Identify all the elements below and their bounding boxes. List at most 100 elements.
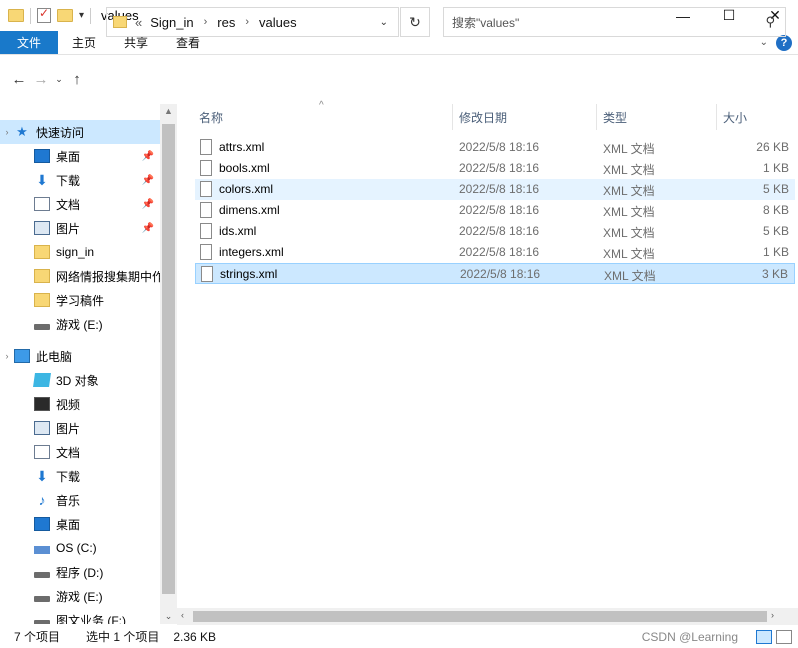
file-type: XML 文档: [603, 163, 655, 177]
breadcrumb-separator-icon[interactable]: ›: [245, 16, 249, 28]
file-row[interactable]: dimens.xml 2022/5/8 18:16 XML 文档 8 KB: [195, 200, 795, 221]
breadcrumb-overflow[interactable]: «: [135, 15, 142, 30]
scroll-up-icon[interactable]: ▲: [160, 106, 177, 116]
sidebar-item-pictures[interactable]: 图片: [0, 416, 160, 440]
address-bar[interactable]: « Sign_in › res › values ⌄: [106, 7, 399, 37]
properties-icon[interactable]: [37, 6, 51, 23]
watermark: CSDN @Learning: [641, 629, 738, 644]
details-view-icon[interactable]: [756, 629, 772, 644]
sidebar-item-desktop[interactable]: 桌面 📌: [0, 144, 160, 168]
file-date: 2022/5/8 18:16: [459, 224, 540, 238]
status-bar: 7 个项目 选中 1 个项目 2.36 KB CSDN @Learning: [0, 625, 798, 648]
folder-icon: [34, 245, 50, 259]
forward-icon[interactable]: →: [30, 71, 52, 88]
refresh-button[interactable]: ↻: [400, 7, 430, 37]
file-date: 2022/5/8 18:16: [459, 161, 540, 175]
file-row[interactable]: ids.xml 2022/5/8 18:16 XML 文档 5 KB: [195, 221, 795, 242]
sidebar-item-label: 文档: [56, 197, 81, 212]
sidebar-item-drive-d[interactable]: 程序 (D:): [0, 560, 160, 584]
chevron-right-icon[interactable]: ›: [0, 351, 14, 361]
file-row[interactable]: integers.xml 2022/5/8 18:16 XML 文档 1 KB: [195, 242, 795, 263]
breadcrumb-item[interactable]: res: [217, 15, 235, 30]
sidebar-item-folder[interactable]: 网络情报搜集期中作: [0, 264, 160, 288]
file-row[interactable]: strings.xml 2022/5/8 18:16 XML 文档 3 KB: [195, 263, 795, 284]
file-icon: [200, 202, 212, 218]
sidebar-item-documents[interactable]: 文档: [0, 440, 160, 464]
sidebar-item-this-pc[interactable]: › 此电脑: [0, 344, 160, 368]
file-name: integers.xml: [219, 245, 284, 259]
sidebar-item-downloads[interactable]: ⬇ 下载: [0, 464, 160, 488]
scrollbar-thumb[interactable]: [193, 611, 767, 622]
navigation-bar: ← → ⌄ ↑: [0, 56, 798, 102]
tab-home[interactable]: 主页: [58, 31, 110, 54]
divider: [90, 7, 92, 24]
tab-file[interactable]: 文件: [0, 31, 59, 54]
sidebar-item-downloads[interactable]: ⬇ 下载 📌: [0, 168, 160, 192]
sidebar-item-label: 图片: [56, 221, 81, 236]
file-row[interactable]: bools.xml 2022/5/8 18:16 XML 文档 1 KB: [195, 158, 795, 179]
file-type: XML 文档: [604, 269, 656, 283]
desktop-icon: [34, 149, 50, 163]
sidebar-item-label: 图片: [56, 421, 81, 436]
breadcrumb-separator-icon[interactable]: ›: [204, 16, 208, 28]
sidebar-item-folder[interactable]: 学习稿件: [0, 288, 160, 312]
file-name: ids.xml: [219, 224, 257, 238]
sidebar-item-label: 程序 (D:): [56, 565, 104, 580]
os-drive-icon: [34, 546, 50, 554]
computer-icon: [14, 349, 30, 363]
file-row[interactable]: colors.xml 2022/5/8 18:16 XML 文档 5 KB: [195, 179, 795, 200]
download-icon: ⬇: [36, 468, 48, 484]
sidebar-item-drive-e[interactable]: 游戏 (E:): [0, 584, 160, 608]
new-folder-icon[interactable]: [57, 9, 73, 22]
column-header-size[interactable]: 大小: [717, 104, 797, 130]
scroll-left-icon[interactable]: ‹: [181, 610, 184, 620]
sidebar-item-drive-f[interactable]: 图文业务 (F:): [0, 608, 160, 624]
large-icons-view-icon[interactable]: [776, 629, 792, 644]
recent-locations-icon[interactable]: ⌄: [52, 74, 66, 85]
scroll-down-icon[interactable]: ⌄: [160, 611, 177, 622]
breadcrumb-item[interactable]: values: [259, 15, 297, 30]
sidebar-item-drive-e[interactable]: 游戏 (E:): [0, 312, 160, 336]
file-size: 1 KB: [762, 161, 789, 175]
sidebar-item-sign-in[interactable]: sign_in: [0, 240, 160, 264]
sidebar-item-desktop[interactable]: 桌面: [0, 512, 160, 536]
column-header-type[interactable]: 类型: [597, 104, 717, 130]
drive-icon: [34, 324, 50, 330]
sidebar-item-label: 3D 对象: [56, 373, 99, 388]
sidebar-item-music[interactable]: ♪ 音乐: [0, 488, 160, 512]
sidebar-item-3d-objects[interactable]: 3D 对象: [0, 368, 160, 392]
breadcrumb-item[interactable]: Sign_in: [150, 15, 193, 30]
divider: [30, 7, 31, 24]
search-icon[interactable]: ⚲: [765, 14, 775, 30]
sidebar-item-videos[interactable]: 视频: [0, 392, 160, 416]
chevron-down-icon[interactable]: ›: [0, 127, 14, 137]
scroll-right-icon[interactable]: ›: [771, 610, 774, 620]
quick-access-toolbar: ▾: [0, 6, 92, 24]
sidebar-scrollbar[interactable]: ▲ ⌄: [160, 104, 177, 624]
file-size: 26 KB: [756, 140, 789, 154]
column-header-date[interactable]: 修改日期: [453, 104, 597, 130]
selection-size: 2.36 KB: [173, 629, 217, 644]
expand-ribbon-icon[interactable]: ⌄: [760, 37, 768, 48]
drive-icon: [34, 620, 50, 624]
sidebar-item-label: 视频: [56, 397, 81, 412]
sidebar-item-label: 网络情报搜集期中作: [56, 269, 160, 284]
sidebar-item-documents[interactable]: 文档 📌: [0, 192, 160, 216]
sidebar-item-quick-access[interactable]: › ★ 快速访问: [0, 120, 160, 144]
scrollbar-thumb[interactable]: [162, 124, 175, 594]
selection-count: 选中 1 个项目: [86, 630, 160, 644]
up-icon[interactable]: ↑: [66, 71, 88, 88]
download-icon: ⬇: [36, 172, 48, 188]
back-icon[interactable]: ←: [8, 71, 30, 88]
sidebar-item-pictures[interactable]: 图片 📌: [0, 216, 160, 240]
address-dropdown-icon[interactable]: ⌄: [380, 17, 388, 28]
sidebar-item-label: 下载: [56, 173, 81, 188]
file-row[interactable]: attrs.xml 2022/5/8 18:16 XML 文档 26 KB: [195, 137, 795, 158]
picture-icon: [34, 421, 50, 435]
horizontal-scrollbar[interactable]: ‹ ›: [177, 608, 798, 625]
search-input[interactable]: 搜索"values" ⚲: [443, 7, 786, 37]
column-header-name[interactable]: 名称: [193, 104, 453, 130]
sidebar-item-drive-c[interactable]: OS (C:): [0, 536, 160, 560]
customize-toolbar-icon[interactable]: ▾: [79, 10, 84, 21]
sidebar-item-label: 学习稿件: [56, 293, 105, 308]
